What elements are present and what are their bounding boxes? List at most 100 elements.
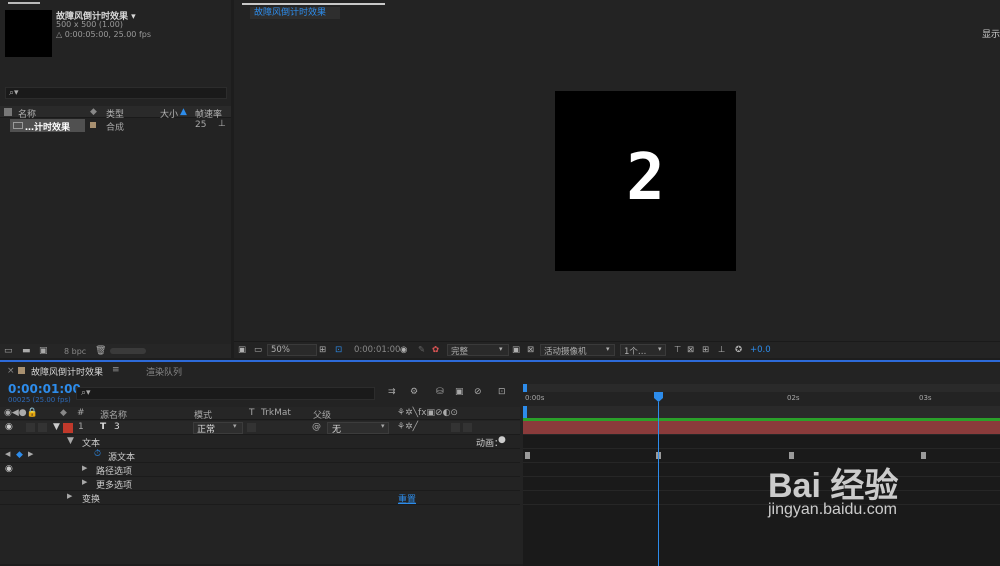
next-keyframe-icon[interactable]: ▶: [28, 450, 33, 458]
property-group-text[interactable]: ▼ 文本 动画： ●: [0, 435, 520, 449]
lock-switch[interactable]: [38, 423, 47, 432]
timeline-search-input[interactable]: ⌕▾: [76, 387, 375, 400]
layer-label-color[interactable]: [63, 423, 73, 433]
more-options-label: 更多选项: [96, 481, 133, 491]
expand-layer-icon[interactable]: ▼: [53, 422, 60, 432]
composition-icon: [13, 122, 23, 129]
render-queue-tab[interactable]: 渲染队列: [146, 365, 182, 378]
interpret-footage-icon[interactable]: ▭: [4, 346, 13, 356]
region-icon[interactable]: ▣: [512, 345, 520, 355]
project-tab-indicator: [8, 2, 40, 4]
new-composition-icon[interactable]: ▣: [39, 346, 48, 356]
eye-icon[interactable]: ◉: [5, 464, 13, 474]
baidu-watermark-url: jingyan.baidu.com: [768, 501, 897, 518]
property-transform[interactable]: ▶ 变换 重置: [0, 491, 520, 505]
fast-preview-icon[interactable]: ⊤: [674, 345, 681, 355]
timeline-comp-tab[interactable]: 故障风倒计时效果: [31, 365, 103, 378]
project-item[interactable]: …计时效果 合成 25 ⊥: [0, 119, 231, 133]
item-label-color: [90, 122, 96, 128]
timeline-icon[interactable]: ⊞: [702, 345, 709, 355]
3d-layer-switch[interactable]: [463, 423, 472, 432]
solo-switch[interactable]: [26, 423, 35, 432]
viewer-comp-tab[interactable]: 故障风倒计时效果: [250, 7, 340, 19]
label-column-icon: [4, 108, 12, 116]
resolution-value: 完整: [451, 347, 469, 357]
comp-mini-flowchart-icon[interactable]: ⇉: [388, 387, 396, 397]
expand-icon[interactable]: ▼: [67, 436, 74, 446]
grid-toggle-icon[interactable]: ⊠: [527, 345, 534, 355]
tag-icon: ◆: [90, 107, 97, 117]
ruler-label-0: 0:00s: [525, 394, 545, 402]
pickwhip-icon[interactable]: @: [312, 422, 321, 432]
project-column-header: 名称 ◆ 类型 大小 ▲ 帧速率: [0, 106, 231, 120]
work-area-start-handle[interactable]: [523, 406, 527, 418]
layer-name[interactable]: 3: [114, 422, 120, 432]
comp-stage[interactable]: 2: [555, 91, 736, 271]
current-time-display[interactable]: 0:00:01:00: [8, 382, 81, 396]
layer-number: 1: [78, 422, 84, 432]
layer-row[interactable]: ◉ ▼ 1 T 3 正常 ▾ @ 无 ▾ ⚘✲╱: [0, 421, 520, 435]
project-search-input[interactable]: ⌕▾: [5, 87, 227, 99]
animate-menu-icon[interactable]: ●: [498, 435, 506, 445]
frame-blending-icon[interactable]: ▣: [455, 387, 464, 397]
ruler-label-3: 03s: [919, 394, 932, 402]
reset-link[interactable]: 重置: [398, 492, 416, 505]
project-footer: ▭ ▬ ▣ 8 bpc 🗑: [0, 344, 231, 358]
show-snapshot-icon[interactable]: ✎: [418, 345, 425, 355]
transparency-grid-icon[interactable]: ⊡: [335, 345, 342, 355]
composition-viewer: 故障风倒计时效果 显示 2 ▣ ▭ 50% ⊞ ⊡ 0:00:01:00 ◉ ✎…: [234, 0, 1000, 358]
comp-thumbnail: [5, 10, 52, 57]
prev-keyframe-icon[interactable]: ◀: [5, 450, 10, 458]
layer-list: ◉ ▼ 1 T 3 正常 ▾ @ 无 ▾ ⚘✲╱ ▼ 文本 动画： ● ◀ ◆ …: [0, 408, 520, 566]
views-value: 1个…: [624, 347, 647, 357]
expand-icon[interactable]: ▶: [82, 478, 87, 486]
panel-menu-icon[interactable]: ≡: [112, 365, 120, 375]
blend-mode-value: 正常: [197, 425, 216, 435]
close-icon[interactable]: ×: [7, 366, 15, 376]
monitor-icon[interactable]: ▭: [254, 345, 262, 355]
graph-editor-icon[interactable]: ⊡: [498, 387, 506, 397]
exposure-icon[interactable]: ✪: [735, 345, 742, 355]
playhead-line: [658, 402, 659, 566]
eye-icon[interactable]: ◉: [5, 422, 13, 432]
draft-3d-icon[interactable]: ⚙: [410, 387, 418, 397]
adjustment-switch[interactable]: [451, 423, 460, 432]
thumbnail-zoom-slider[interactable]: [110, 348, 146, 354]
bpc-label[interactable]: 8 bpc: [64, 347, 86, 356]
time-ruler[interactable]: 0:00s 02s 03s: [523, 392, 1000, 406]
snapshot-icon[interactable]: ◉: [400, 345, 407, 355]
item-type: 合成: [106, 123, 125, 133]
keyframe-marker[interactable]: [525, 452, 530, 459]
search-icon: ⌕▾: [81, 388, 91, 398]
property-more-options[interactable]: ▶ 更多选项: [0, 477, 520, 491]
delete-icon[interactable]: 🗑: [95, 346, 106, 356]
property-path-options[interactable]: ◉ ▶ 路径选项: [0, 463, 520, 477]
exposure-value[interactable]: +0.0: [750, 345, 771, 355]
motion-blur-icon[interactable]: ⊘: [474, 387, 482, 397]
flowchart-icon[interactable]: ⊥: [218, 119, 226, 129]
project-panel: 故障风倒计时效果 ▾ 500 x 500 (1.00) △ 0:00:05:00…: [0, 0, 231, 358]
shy-layers-icon[interactable]: ⛁: [436, 387, 444, 397]
transform-label: 变换: [82, 495, 101, 505]
work-area-bar[interactable]: [523, 406, 1000, 418]
layer-duration-bar[interactable]: [523, 421, 1000, 435]
expand-icon[interactable]: ▶: [67, 492, 72, 500]
flowchart-icon[interactable]: ⊥: [718, 345, 725, 355]
property-source-text[interactable]: ◀ ◆ ▶ ⏱ 源文本: [0, 449, 520, 463]
keyframe-diamond-icon[interactable]: ◆: [16, 450, 23, 460]
viewer-timecode[interactable]: 0:00:01:00: [354, 345, 400, 355]
region-of-interest-icon[interactable]: ⊞: [319, 345, 326, 355]
sort-icon: ▲: [180, 107, 187, 117]
stopwatch-icon[interactable]: ⏱: [94, 449, 101, 459]
layer-switch-icons[interactable]: ⚘✲╱: [397, 422, 418, 432]
navigator-start-handle[interactable]: [523, 384, 527, 392]
expand-icon[interactable]: ▶: [82, 464, 87, 472]
toggle-transparency-icon[interactable]: ⊠: [687, 345, 694, 355]
color-channel-icon[interactable]: ✿: [432, 345, 439, 355]
time-navigator[interactable]: [523, 384, 1000, 392]
new-folder-icon[interactable]: ▬: [22, 346, 31, 356]
text-layer-icon: T: [100, 422, 107, 432]
always-preview-icon[interactable]: ▣: [238, 345, 246, 355]
preserve-transparency-switch[interactable]: [247, 423, 256, 432]
chevron-down-icon: ▾: [233, 422, 237, 430]
